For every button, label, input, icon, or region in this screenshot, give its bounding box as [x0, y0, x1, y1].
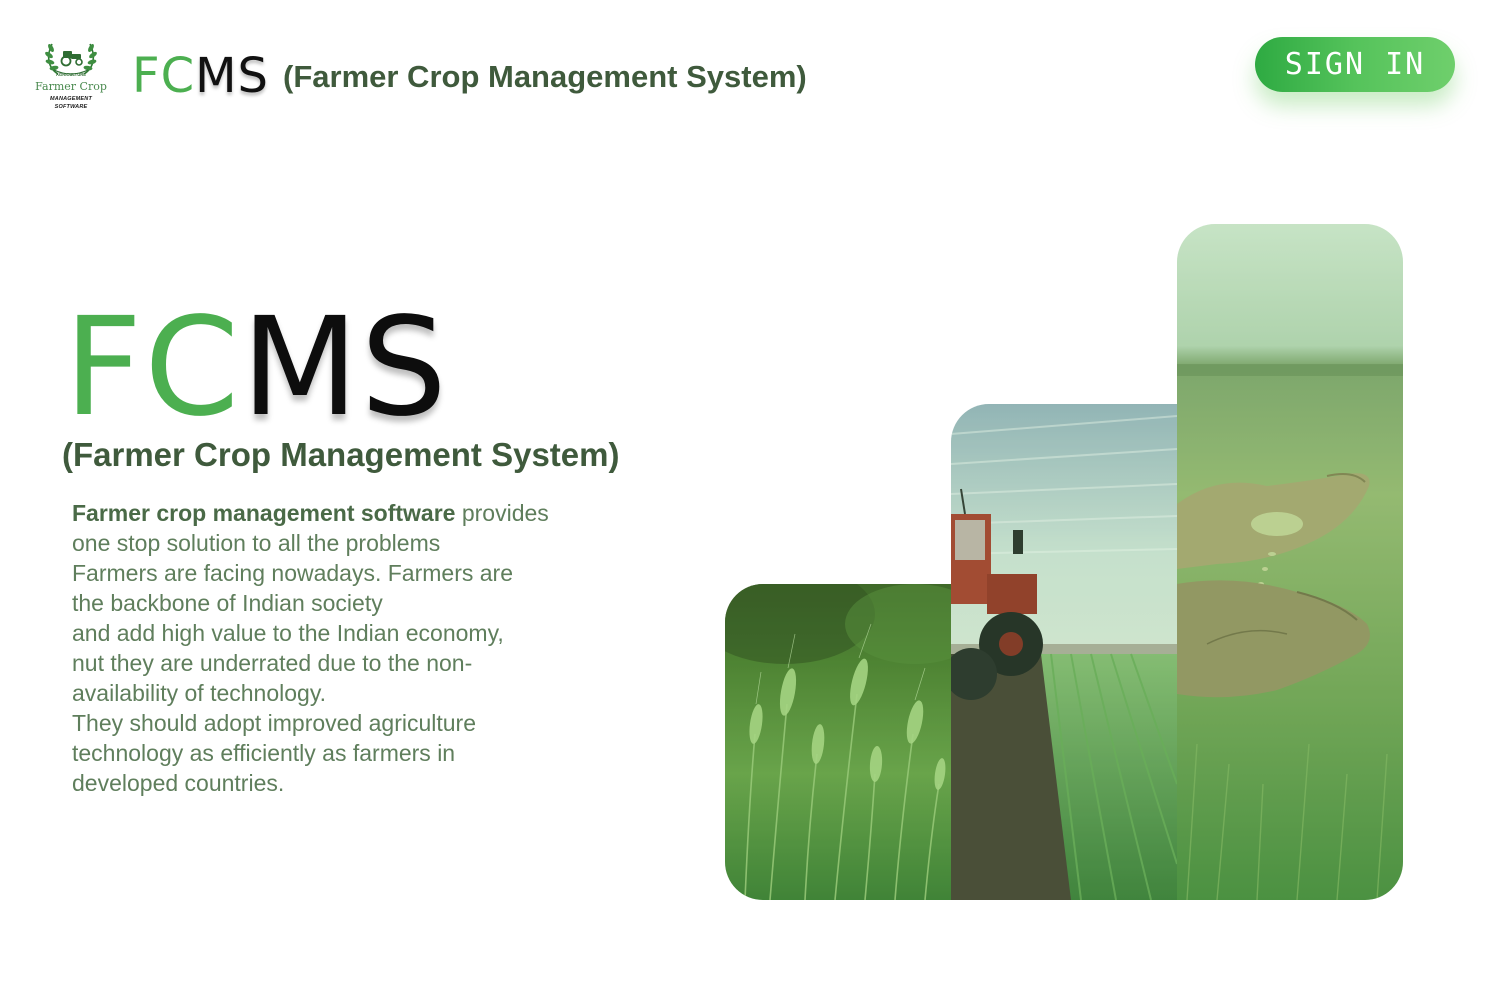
- header-subtitle: (Farmer Crop Management System): [283, 58, 807, 94]
- hero-brand-ms: MS: [241, 289, 449, 447]
- description-line: availability of technology.: [72, 680, 326, 706]
- description-line: They should adopt improved agriculture: [72, 710, 477, 736]
- description-line: Farmers are facing nowadays. Farmers are: [72, 560, 513, 586]
- logo-tagline-line1: MANAGEMENT: [49, 96, 93, 102]
- landing-page: AGRICULTURE Farmer Crop MANAGEMENT SOFTW…: [0, 0, 1512, 982]
- tractor-field-image: [951, 404, 1177, 900]
- description-lead-bold: Farmer crop management software: [72, 500, 456, 526]
- hero-subtitle: (Farmer Crop Management System): [62, 436, 620, 473]
- description-line: and add high value to the Indian economy…: [72, 620, 504, 646]
- description-line: developed countries.: [72, 770, 285, 796]
- logo-arc-text: AGRICULTURE: [56, 72, 86, 77]
- description-line: one stop solution to all the problems: [72, 530, 441, 556]
- description-line: the backbone of Indian society: [72, 590, 383, 616]
- description-line: technology as efficiently as farmers in: [72, 740, 456, 766]
- tractor-wreath-logo-icon: AGRICULTURE: [45, 43, 97, 77]
- hero-title: FCMS: [64, 300, 449, 436]
- description-lead-rest: provides: [455, 500, 549, 526]
- description-line: Farmer crop management software provides: [72, 498, 592, 528]
- fcms-logo[interactable]: AGRICULTURE Farmer Crop MANAGEMENT SOFTW…: [34, 34, 108, 114]
- hero-image-collage: [725, 224, 1403, 900]
- header-brand-ms: MS: [195, 48, 270, 104]
- description-line: nut they are underrated due to the non-: [72, 650, 473, 676]
- logo-name: Farmer Crop: [35, 80, 107, 93]
- hero-brand-fc: FC: [64, 289, 242, 447]
- sign-in-button[interactable]: SIGN IN: [1255, 37, 1455, 92]
- header-brand-fc: FC: [132, 48, 196, 104]
- wheat-field-image: [725, 584, 951, 900]
- header-brand: FC MS (Farmer Crop Management System): [132, 46, 807, 106]
- hands-seeds-image: [1177, 224, 1403, 900]
- logo-tagline-line2: SOFTWARE: [54, 104, 88, 110]
- hero-description: Farmer crop management software provides…: [72, 498, 592, 798]
